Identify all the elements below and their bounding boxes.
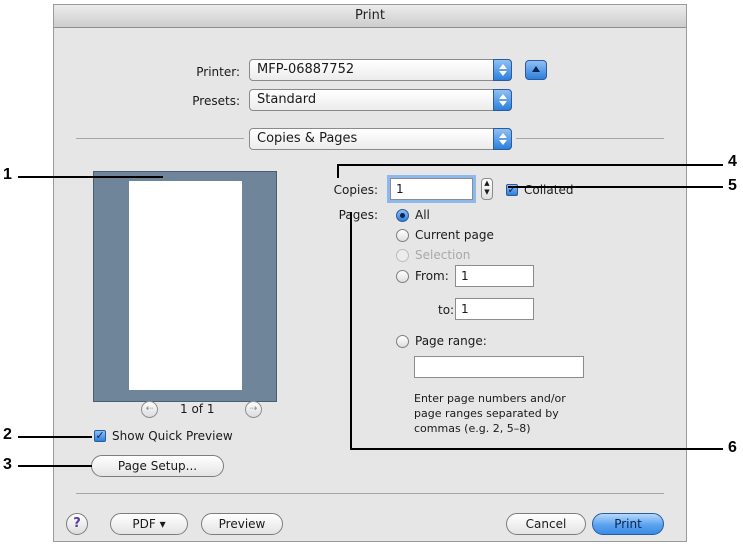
callout-number: 2: [3, 426, 12, 443]
preview-page: [129, 181, 242, 390]
pdf-menu-button[interactable]: PDF ▾: [110, 513, 188, 535]
printer-label: Printer:: [196, 65, 240, 79]
dialog-title: Print: [54, 5, 686, 28]
page-indicator: 1 of 1: [180, 402, 215, 416]
to-input[interactable]: 1: [455, 298, 534, 320]
page-range-hint-line: commas (e.g. 2, 5–8): [414, 422, 531, 435]
pages-selection-label: Selection: [415, 248, 471, 262]
print-dialog: Print Printer: MFP-06887752 Presets: Sta…: [53, 4, 687, 542]
callout-number: 6: [728, 439, 737, 456]
callout-number: 5: [728, 177, 737, 194]
presets-label: Presets:: [192, 94, 240, 108]
cancel-button[interactable]: Cancel: [506, 513, 586, 535]
pages-current-label: Current page: [415, 228, 494, 242]
panel-value: Copies & Pages: [257, 131, 358, 146]
preview-button[interactable]: Preview: [201, 513, 283, 535]
popup-stepper-icon: [493, 89, 512, 111]
page-range-label: Page range:: [415, 334, 487, 348]
help-button[interactable]: ?: [66, 513, 88, 535]
show-quick-preview-checkbox[interactable]: ✓: [94, 430, 106, 442]
page-range-hint-line: Enter page numbers and/or: [414, 392, 566, 405]
callout-line: [18, 176, 163, 178]
callout-line: [350, 448, 723, 450]
page-range-input[interactable]: [414, 356, 584, 378]
pages-from-radio[interactable]: [396, 270, 409, 283]
disclosure-triangle-button[interactable]: [525, 60, 547, 80]
pages-current-radio[interactable]: [396, 229, 409, 242]
callout-number: 4: [728, 153, 737, 170]
printer-value: MFP-06887752: [257, 62, 355, 77]
callout-number: 1: [3, 166, 12, 183]
pages-all-label: All: [415, 208, 430, 222]
previous-page-button[interactable]: ⇠: [141, 401, 158, 418]
footer-separator: [76, 493, 664, 494]
print-button[interactable]: Print: [592, 513, 664, 535]
panel-popup[interactable]: Copies & Pages: [249, 128, 512, 150]
callout-line: [18, 436, 92, 438]
separator: [516, 138, 664, 139]
copies-stepper[interactable]: ▲ ▼: [481, 178, 493, 200]
show-quick-preview-label: Show Quick Preview: [112, 429, 233, 443]
printer-popup[interactable]: MFP-06887752: [249, 59, 512, 81]
callout-line: [18, 465, 92, 467]
popup-stepper-icon: [493, 128, 512, 150]
callout-line: [337, 164, 339, 178]
presets-value: Standard: [257, 92, 317, 107]
page-range-hint-line: page ranges separated by: [414, 407, 559, 420]
quick-preview: [93, 171, 277, 402]
from-label: From:: [415, 269, 449, 283]
pages-selection-radio: [396, 249, 409, 262]
pages-range-radio[interactable]: [396, 335, 409, 348]
presets-popup[interactable]: Standard: [249, 89, 512, 111]
callout-line: [350, 212, 352, 450]
page-setup-button[interactable]: Page Setup...: [91, 455, 224, 477]
next-page-button[interactable]: ⇢: [245, 401, 262, 418]
callout-number: 3: [3, 456, 12, 473]
popup-stepper-icon: [493, 59, 512, 81]
from-input[interactable]: 1: [455, 265, 534, 287]
pages-all-radio[interactable]: [396, 209, 409, 222]
copies-label: Copies:: [333, 183, 378, 197]
to-label: to:: [438, 303, 455, 317]
callout-line: [337, 164, 723, 166]
copies-input[interactable]: 1: [387, 175, 476, 203]
separator: [76, 138, 244, 139]
callout-line: [508, 186, 723, 188]
